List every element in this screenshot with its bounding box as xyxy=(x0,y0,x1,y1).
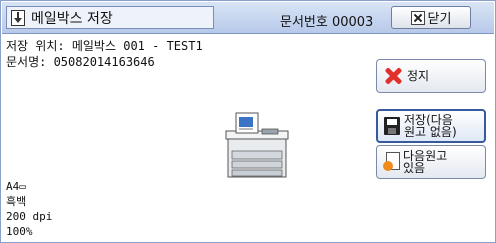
store-no-next-original-button[interactable]: 저장(다음 원고 없음) xyxy=(376,109,486,143)
stop-label: 정지 xyxy=(407,69,430,83)
close-label: 닫기 xyxy=(427,12,452,27)
next-original-label: 다음원고 있음 xyxy=(403,150,447,174)
scan-settings: A4▭ 흑백 200 dpi 100% xyxy=(6,179,52,239)
document-name: 문서명: 05082014163646 xyxy=(6,55,155,69)
download-arrow-icon xyxy=(11,9,25,26)
dialog-title: 메일박스 저장 xyxy=(31,10,113,27)
red-x-icon xyxy=(383,66,403,86)
next-original-button[interactable]: 다음원고 있음 xyxy=(376,145,486,179)
dialog-frame: 메일박스 저장 문서번호 00003 닫기 저장 위치: 메일박스 001 - … xyxy=(0,0,496,243)
multifunction-printer-icon xyxy=(225,112,289,178)
zoom-ratio: 100% xyxy=(6,225,33,238)
floppy-disk-icon xyxy=(384,117,400,135)
paper-size: A4▭ xyxy=(6,180,26,193)
store-label: 저장(다음 원고 없음) xyxy=(404,114,457,138)
storage-info: 저장 위치: 메일박스 001 - TEST1 문서명: 05082014163… xyxy=(6,38,203,70)
store-label-line2: 원고 없음) xyxy=(404,125,457,139)
document-number: 문서번호 00003 xyxy=(280,15,374,30)
title-bar: 메일박스 저장 문서번호 00003 닫기 xyxy=(2,2,494,34)
title-box: 메일박스 저장 xyxy=(6,6,214,29)
add-page-icon xyxy=(383,152,400,172)
color-mode: 흑백 xyxy=(6,195,27,208)
close-button[interactable]: 닫기 xyxy=(391,6,471,29)
close-x-icon xyxy=(410,10,425,25)
next-label-line2: 있음 xyxy=(403,161,426,175)
storage-location: 저장 위치: 메일박스 001 - TEST1 xyxy=(6,39,203,53)
stop-button[interactable]: 정지 xyxy=(376,59,486,93)
resolution: 200 dpi xyxy=(6,210,53,223)
